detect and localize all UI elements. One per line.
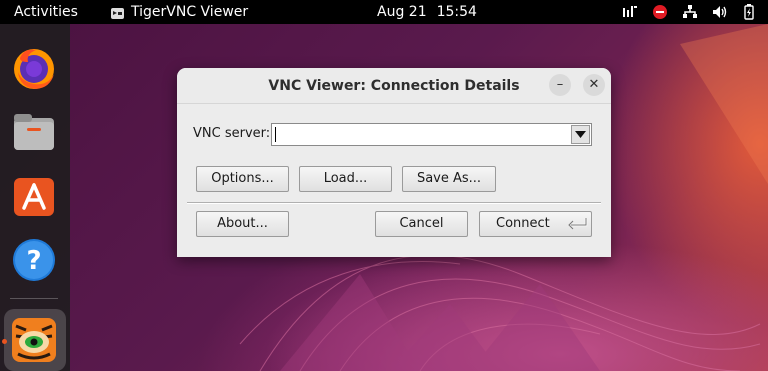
- clock-date: Aug 21: [377, 4, 427, 20]
- clock[interactable]: Aug 21 15:54: [377, 0, 477, 24]
- options-button[interactable]: Options...: [196, 166, 289, 192]
- about-button[interactable]: About...: [196, 211, 289, 237]
- firefox-icon[interactable]: [10, 44, 58, 92]
- connect-button[interactable]: Connect: [479, 211, 592, 237]
- help-icon[interactable]: ?: [10, 236, 58, 284]
- do-not-disturb-icon[interactable]: [652, 4, 668, 20]
- dropdown-arrow-icon[interactable]: [571, 125, 590, 144]
- connect-button-label: Connect: [496, 216, 550, 231]
- vnc-server-label: VNC server:: [193, 126, 271, 141]
- tigervnc-icon[interactable]: [10, 316, 58, 364]
- text-caret: [275, 127, 276, 142]
- dock-separator: [10, 298, 58, 299]
- dock: ?: [0, 24, 70, 371]
- save-as-button[interactable]: Save As...: [402, 166, 496, 192]
- files-icon[interactable]: [10, 108, 58, 156]
- minimize-button[interactable]: –: [549, 74, 571, 96]
- top-bar: Activities TigerVNC Viewer Aug 21 15:54: [0, 0, 768, 24]
- app-center-icon[interactable]: [10, 172, 58, 220]
- close-button[interactable]: ✕: [583, 74, 605, 96]
- load-button[interactable]: Load...: [299, 166, 392, 192]
- running-indicator: [2, 339, 7, 344]
- connection-details-dialog: VNC Viewer: Connection Details – ✕ VNC s…: [177, 68, 611, 257]
- dialog-title: VNC Viewer: Connection Details: [268, 78, 520, 94]
- app-menu-label: TigerVNC Viewer: [131, 4, 249, 20]
- accessibility-icon[interactable]: [622, 5, 638, 19]
- tigervnc-app-icon: [110, 5, 125, 20]
- return-key-icon: [568, 218, 588, 230]
- dialog-separator: [187, 202, 601, 204]
- svg-text:?: ?: [26, 246, 41, 276]
- clock-time: 15:54: [436, 4, 477, 20]
- vnc-server-combobox[interactable]: [271, 123, 592, 146]
- system-tray[interactable]: [622, 0, 756, 24]
- volume-icon[interactable]: [712, 5, 728, 19]
- activities-button[interactable]: Activities: [14, 0, 78, 24]
- app-menu[interactable]: TigerVNC Viewer: [110, 0, 248, 24]
- network-icon[interactable]: [682, 5, 698, 19]
- battery-icon[interactable]: [742, 4, 756, 20]
- vnc-server-input[interactable]: [272, 124, 568, 145]
- dialog-titlebar[interactable]: VNC Viewer: Connection Details – ✕: [177, 68, 611, 104]
- cancel-button[interactable]: Cancel: [375, 211, 468, 237]
